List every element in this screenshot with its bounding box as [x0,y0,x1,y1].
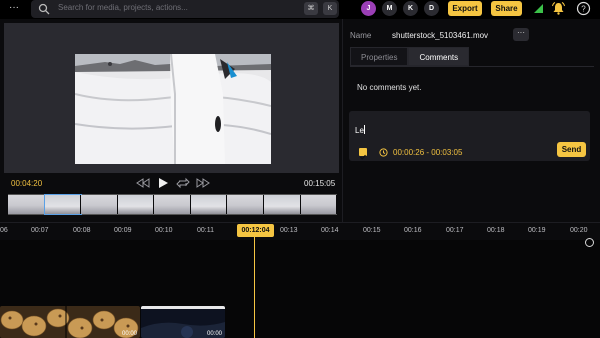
timestamp-checkbox[interactable] [359,148,367,160]
main-menu-button[interactable]: ··· [5,2,23,16]
filmstrip-frame[interactable] [43,194,83,215]
timeline-ruler[interactable]: 06 00:07 00:08 00:09 00:10 00:11 00:13 0… [0,222,600,240]
ruler-tick: 00:13 [280,227,298,234]
signal-icon[interactable] [531,1,546,16]
video-viewer[interactable] [4,23,339,173]
share-button[interactable]: Share [491,1,522,16]
file-more-button[interactable]: ··· [513,28,529,41]
play-icon[interactable] [156,177,170,189]
video-frame[interactable] [75,54,271,164]
filmstrip-frame[interactable] [227,195,264,214]
filmstrip-frame[interactable] [190,195,228,214]
preview-pane: 00:04:20 00:15:05 [0,19,342,222]
timeline-clip[interactable]: 00:00 [141,306,225,338]
playhead[interactable] [254,237,255,338]
avatar-d[interactable]: D [424,1,439,16]
clock-icon [379,148,388,157]
comments-empty-state: No comments yet. [357,83,422,92]
name-label: Name [350,31,372,40]
shortcut-k-key: K [323,2,337,15]
tab-divider [350,66,594,67]
avatar-j[interactable]: J [361,1,376,16]
ruler-tick: 00:10 [155,227,173,234]
ruler-tick: 00:18 [487,227,505,234]
clip-label: 00:00 [206,331,222,337]
svg-text:?: ? [581,5,586,14]
send-button[interactable]: Send [557,142,586,157]
timeline-clip[interactable]: 00:00 [0,306,140,338]
help-icon[interactable]: ? [576,1,591,16]
loop-icon[interactable] [176,177,190,189]
comment-composer[interactable]: Le 00:00:26 - 00:03:05 Send [349,111,590,161]
filmstrip-frame[interactable] [117,195,155,214]
search-input[interactable]: Search for media, projects, actions... [58,3,188,12]
clip-label: 00:00 [121,331,137,337]
ruler-tick: 00:09 [114,227,132,234]
filmstrip-frame[interactable] [300,195,338,214]
current-time: 00:04:20 [11,179,43,188]
file-name: shutterstock_5103461.mov [392,31,489,40]
export-button[interactable]: Export [448,1,482,16]
ruler-tick: 00:20 [570,227,588,234]
ruler-tick: 00:15 [363,227,381,234]
comment-input-text: Le [355,126,364,135]
filmstrip-frame[interactable] [8,195,45,214]
filmstrip[interactable] [8,194,338,215]
avatar-m[interactable]: M [382,1,397,16]
search-icon [38,3,50,15]
playhead-time[interactable]: 00:12:04 [237,224,274,237]
ruler-tick: 00:17 [446,227,464,234]
timestamp-range[interactable]: 00:00:26 - 00:03:05 [393,148,462,157]
comment-input[interactable]: Le [355,125,365,135]
zoom-handle[interactable] [585,238,594,247]
ruler-tick: 06 [0,227,8,234]
ruler-tick: 00:16 [404,227,422,234]
text-caret [363,125,365,134]
inspector-tabs: Properties Comments [350,47,470,66]
ruler-tick: 00:14 [321,227,339,234]
filmstrip-frame[interactable] [81,195,118,214]
rewind-icon[interactable] [136,177,150,189]
tab-properties[interactable]: Properties [350,47,409,66]
shortcut-cmd-key: ⌘ [304,2,318,15]
clip-thumbnail [0,306,140,338]
ruler-tick: 00:08 [73,227,91,234]
filmstrip-frame[interactable] [154,195,191,214]
ruler-tick: 00:11 [197,227,214,234]
inspector-pane: Name shutterstock_5103461.mov ··· Proper… [342,19,600,222]
tab-comments[interactable]: Comments [408,47,470,66]
filmstrip-frame[interactable] [263,195,301,214]
ruler-tick: 00:07 [31,227,49,234]
search-bar[interactable]: Search for media, projects, actions... ⌘… [31,0,339,18]
top-bar: ··· Search for media, projects, actions.… [0,0,600,19]
duration: 00:15:05 [304,179,336,188]
ruler-tick: 00:19 [528,227,546,234]
avatar-k[interactable]: K [403,1,418,16]
fast-forward-icon[interactable] [196,177,210,189]
check-icon [360,154,366,160]
bell-icon[interactable] [551,1,566,16]
